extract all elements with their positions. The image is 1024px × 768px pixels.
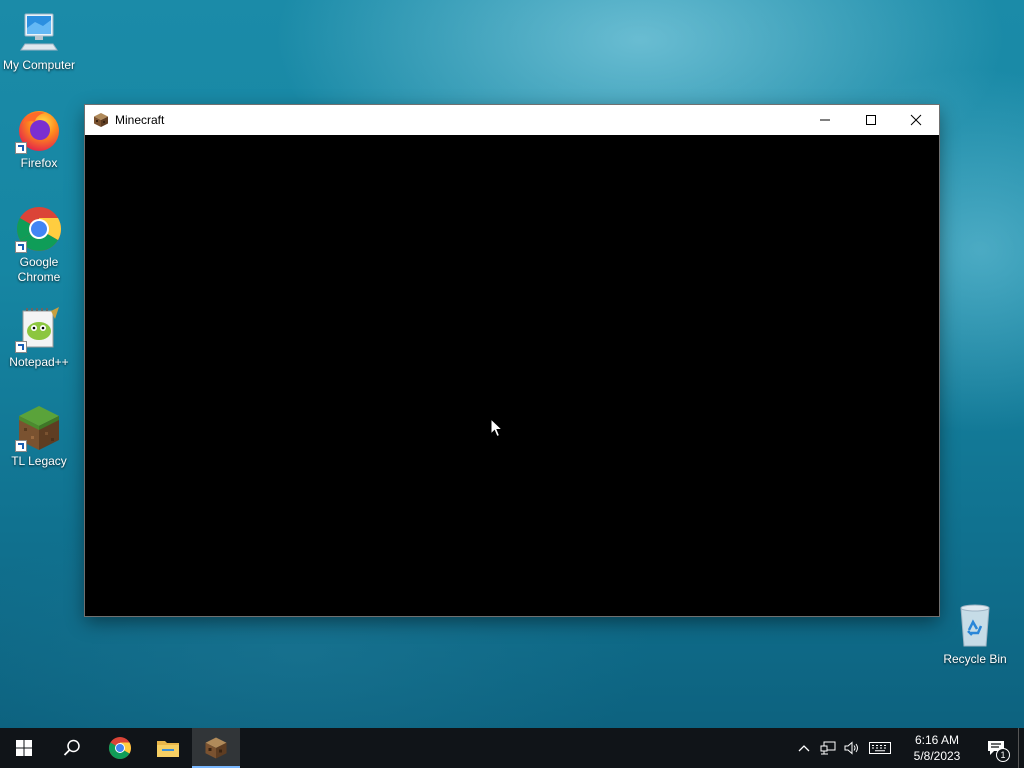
window-title: Minecraft [115, 113, 165, 127]
show-hidden-icons-button[interactable] [792, 728, 816, 768]
shortcut-arrow-icon [15, 341, 27, 353]
desktop-icon-notepadpp[interactable]: Notepad++ [1, 305, 77, 370]
mouse-cursor-icon [490, 417, 504, 438]
taskbar-file-explorer[interactable] [144, 728, 192, 768]
speaker-icon [844, 741, 858, 755]
windows-logo-icon [16, 740, 32, 756]
clock[interactable]: 6:16 AM 5/8/2023 [900, 732, 974, 764]
action-center-button[interactable]: 1 [974, 728, 1018, 768]
desktop-icon-label: Notepad++ [9, 355, 69, 369]
desktop-icon-tl-legacy[interactable]: TL Legacy [1, 404, 77, 469]
notepadpp-icon [15, 305, 63, 353]
maximize-icon [866, 115, 876, 125]
desktop-icon-google-chrome[interactable]: Google Chrome [1, 205, 77, 285]
taskbar: 6:16 AM 5/8/2023 1 [0, 728, 1024, 768]
clock-time: 6:16 AM [914, 733, 960, 747]
shortcut-arrow-icon [15, 241, 27, 253]
window-titlebar[interactable]: Minecraft [85, 105, 939, 135]
system-tray: 6:16 AM 5/8/2023 1 [792, 728, 1024, 768]
volume-button[interactable] [840, 728, 864, 768]
desktop-icon-label: My Computer [2, 58, 76, 72]
network-icon [820, 741, 836, 755]
chrome-icon [15, 205, 63, 253]
minecraft-app-icon [93, 112, 109, 128]
clock-date: 5/8/2023 [913, 749, 961, 763]
chrome-icon [109, 737, 131, 759]
maximize-button[interactable] [848, 105, 894, 135]
close-icon [910, 114, 922, 126]
taskbar-chrome[interactable] [96, 728, 144, 768]
game-canvas[interactable] [85, 135, 939, 616]
notification-badge: 1 [996, 748, 1010, 762]
desktop-icon-my-computer[interactable]: My Computer [1, 8, 77, 73]
computer-icon [15, 8, 63, 56]
firefox-icon [15, 106, 63, 154]
shortcut-arrow-icon [15, 440, 27, 452]
minecraft-app-icon [205, 737, 227, 759]
desktop-icon-label: TL Legacy [11, 454, 67, 468]
show-desktop-button[interactable] [1018, 728, 1024, 768]
close-button[interactable] [893, 105, 939, 135]
chevron-up-icon [798, 745, 810, 752]
keyboard-icon [869, 742, 891, 754]
grass-block-icon [15, 404, 63, 452]
desktop-icon-label: Google Chrome [17, 255, 61, 284]
minimize-button[interactable] [802, 105, 848, 135]
minimize-icon [820, 119, 830, 121]
search-button[interactable] [48, 728, 96, 768]
network-button[interactable] [816, 728, 840, 768]
shortcut-arrow-icon [15, 142, 27, 154]
recycle-bin-icon [951, 602, 999, 650]
folder-icon [157, 741, 179, 757]
desktop-icon-recycle-bin[interactable]: Recycle Bin [937, 602, 1013, 667]
desktop-icon-firefox[interactable]: Firefox [1, 106, 77, 171]
search-icon [63, 739, 80, 756]
start-button[interactable] [0, 728, 48, 768]
desktop-icon-label: Firefox [20, 156, 58, 170]
minecraft-window[interactable]: Minecraft [85, 105, 939, 616]
touch-keyboard-button[interactable] [864, 728, 896, 768]
desktop-icon-label: Recycle Bin [943, 652, 1007, 666]
taskbar-minecraft[interactable] [192, 728, 240, 768]
